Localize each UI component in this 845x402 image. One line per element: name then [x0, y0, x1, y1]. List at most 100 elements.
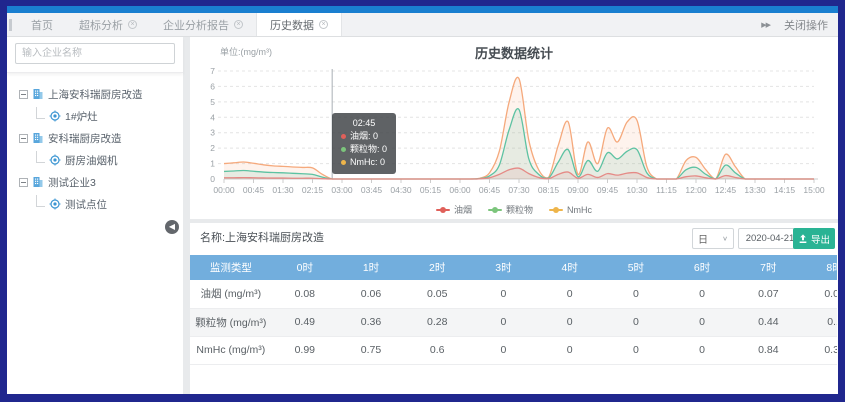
- svg-text:7: 7: [210, 66, 215, 76]
- tree-node-point-1-0[interactable]: 厨房油烟机: [11, 149, 179, 171]
- tree-node-label: 测试点位: [65, 197, 107, 212]
- tree-node-company-2[interactable]: 测试企业3: [11, 171, 179, 193]
- tab-3[interactable]: 历史数据 ×: [256, 13, 342, 36]
- tree-node-label: 厨房油烟机: [65, 153, 118, 168]
- value-cell: 0: [470, 336, 536, 364]
- svg-text:06:00: 06:00: [449, 185, 471, 195]
- col-header-4: 3时: [470, 255, 536, 280]
- value-cell: 0: [603, 280, 669, 308]
- tab-label: 企业分析报告: [163, 17, 229, 33]
- legend-item-油烟[interactable]: 油烟: [436, 203, 472, 216]
- tab-1[interactable]: 超标分析×: [66, 13, 150, 36]
- col-header-8: 7时: [735, 255, 801, 280]
- export-button[interactable]: 导出: [793, 228, 835, 249]
- row-type-cell: 油烟 (mg/m³): [190, 280, 272, 308]
- tab-label: 历史数据: [270, 17, 314, 33]
- chart-card: 单位:(mg/m³) 历史数据统计 0123456700:0000:4501:3…: [190, 37, 838, 219]
- svg-text:03:45: 03:45: [361, 185, 383, 195]
- svg-text:13:30: 13:30: [744, 185, 766, 195]
- table-wrap[interactable]: 监测类型0时1时2时3时4时5时6时7时8时9时 油烟 (mg/m³)0.080…: [190, 255, 837, 394]
- value-cell: 0.49: [272, 308, 338, 336]
- tree-node-company-0[interactable]: 上海安科瑞厨房改造: [11, 83, 179, 105]
- value-cell: 0: [537, 336, 603, 364]
- building-icon: [32, 88, 44, 100]
- company-search-input[interactable]: [15, 43, 175, 64]
- tree-collapse-icon[interactable]: [19, 90, 28, 99]
- tree-collapse-icon[interactable]: [19, 134, 28, 143]
- period-select-value: 日: [698, 231, 708, 246]
- tree-node-label: 1#炉灶: [65, 109, 98, 124]
- tab-close-icon[interactable]: ×: [234, 20, 243, 29]
- history-chart[interactable]: 0123456700:0000:4501:3002:1503:0003:4504…: [198, 61, 828, 207]
- col-header-6: 5时: [603, 255, 669, 280]
- svg-text:6: 6: [210, 81, 215, 91]
- legend-item-颗粒物[interactable]: 颗粒物: [488, 203, 533, 216]
- tab-label: 首页: [31, 17, 53, 33]
- tree-node-point-0-0[interactable]: 1#炉灶: [11, 105, 179, 127]
- table-row: NmHc (mg/m³)0.990.750.600000.840.320: [190, 336, 837, 364]
- tree-node-label: 上海安科瑞厨房改造: [48, 87, 143, 102]
- close-operations-button[interactable]: 关闭操作: [784, 17, 828, 33]
- value-cell: 0: [669, 336, 735, 364]
- building-icon: [32, 176, 44, 188]
- svg-text:01:30: 01:30: [272, 185, 294, 195]
- tab-bar: 首页超标分析× 企业分析报告 × 历史数据 × ▶▶ 关闭操作: [7, 13, 838, 37]
- legend-label: 油烟: [454, 203, 472, 216]
- value-cell: 0.1: [801, 308, 837, 336]
- tab-close-icon[interactable]: ×: [128, 20, 137, 29]
- col-header-5: 4时: [537, 255, 603, 280]
- value-cell: 0: [537, 280, 603, 308]
- tree-node-company-1[interactable]: 安科瑞厨房改造: [11, 127, 179, 149]
- col-header-3: 2时: [404, 255, 470, 280]
- company-tree: 上海安科瑞厨房改造 1#炉灶安科瑞厨房改造厨房油烟机测试企业3 测试点位: [7, 73, 183, 225]
- table-row: 油烟 (mg/m³)0.080.060.0500000.070.020: [190, 280, 837, 308]
- svg-text:06:45: 06:45: [479, 185, 501, 195]
- svg-text:00:45: 00:45: [243, 185, 265, 195]
- col-header-2: 1时: [338, 255, 404, 280]
- monitor-point-icon: [49, 154, 61, 166]
- tree-collapse-icon[interactable]: [19, 178, 28, 187]
- value-cell: 0.06: [338, 280, 404, 308]
- svg-text:08:15: 08:15: [538, 185, 560, 195]
- legend-item-NmHc[interactable]: NmHc: [549, 203, 592, 216]
- search-row: [7, 37, 183, 73]
- svg-text:12:45: 12:45: [715, 185, 737, 195]
- svg-text:4: 4: [210, 112, 215, 122]
- period-select[interactable]: 日 ∨: [692, 228, 734, 249]
- chart-legend: 油烟 颗粒物 NmHc: [190, 203, 838, 216]
- table-toolbar: 名称:上海安科瑞厨房改造 日 ∨ 导出: [190, 223, 838, 254]
- export-icon: [798, 234, 808, 244]
- tab-2[interactable]: 企业分析报告 ×: [150, 13, 256, 36]
- tree-connector: [36, 107, 45, 119]
- export-button-label: 导出: [811, 232, 830, 246]
- fast-forward-icon[interactable]: ▶▶: [761, 21, 770, 29]
- tab-0[interactable]: 首页: [18, 13, 66, 36]
- svg-text:0: 0: [210, 174, 215, 184]
- sidebar: 上海安科瑞厨房改造 1#炉灶安科瑞厨房改造厨房油烟机测试企业3 测试点位: [7, 37, 183, 394]
- table-card: 名称:上海安科瑞厨房改造 日 ∨ 导出 监测类型0时1时2时3时4时5时6时7时…: [190, 223, 838, 394]
- col-header-7: 6时: [669, 255, 735, 280]
- content-area: 上海安科瑞厨房改造1#炉灶安科瑞厨房改造厨房油烟机测试企业3测试点位 单位:(m…: [7, 37, 838, 394]
- tree-node-label: 安科瑞厨房改造: [48, 131, 122, 146]
- svg-text:03:00: 03:00: [331, 185, 353, 195]
- legend-label: 颗粒物: [506, 203, 533, 216]
- svg-text:3: 3: [210, 128, 215, 138]
- sidebar-collapse-button[interactable]: ◀: [165, 220, 179, 234]
- value-cell: 0.44: [735, 308, 801, 336]
- menu-edge-icon: [9, 19, 12, 31]
- value-cell: 0: [470, 280, 536, 308]
- value-cell: 0: [669, 280, 735, 308]
- value-cell: 0.84: [735, 336, 801, 364]
- tab-list: 首页超标分析× 企业分析报告 × 历史数据 ×: [18, 13, 342, 36]
- selected-company-label: 名称:上海安科瑞厨房改造: [200, 223, 324, 254]
- tab-close-icon[interactable]: ×: [319, 20, 328, 29]
- col-header-9: 8时: [801, 255, 837, 280]
- tree-node-label: 测试企业3: [48, 175, 96, 190]
- monitor-point-icon: [49, 110, 61, 122]
- main-panel: 单位:(mg/m³) 历史数据统计 0123456700:0000:4501:3…: [190, 37, 838, 394]
- tree-connector: [36, 151, 45, 163]
- value-cell: 0: [603, 336, 669, 364]
- value-cell: 0: [470, 308, 536, 336]
- svg-text:11:15: 11:15: [656, 185, 677, 195]
- tree-node-point-2-0[interactable]: 测试点位: [11, 193, 179, 215]
